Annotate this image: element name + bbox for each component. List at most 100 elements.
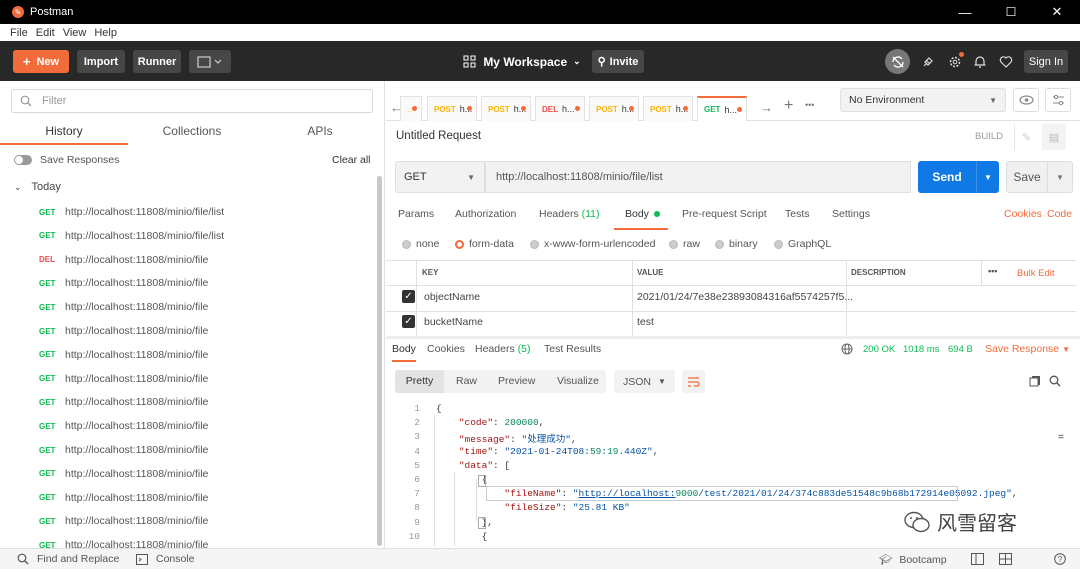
body-type-raw[interactable]: raw (669, 238, 700, 250)
history-item[interactable]: GET http://localhost:11808/minio/file (0, 390, 380, 414)
row-checkbox[interactable]: ✓ (402, 315, 415, 328)
tab-headers[interactable]: Headers (11) (539, 208, 600, 230)
code-link[interactable]: Code (1047, 208, 1072, 230)
request-tab[interactable]: POST h... (643, 96, 693, 121)
invite-button[interactable]: ⚲ Invite (592, 50, 644, 73)
console-button[interactable]: Console (136, 553, 195, 565)
history-item[interactable]: GET http://localhost:11808/minio/file/lis… (0, 200, 380, 224)
history-item[interactable]: GET http://localhost:11808/minio/file (0, 414, 380, 438)
build-mode-label[interactable]: BUILD (975, 131, 1003, 142)
maximize-button[interactable]: ☐ (988, 0, 1034, 24)
response-tab-cookies[interactable]: Cookies (427, 343, 465, 355)
bootcamp-button[interactable]: 🎓︎ Bootcamp (879, 553, 947, 567)
row-checkbox[interactable]: ✓ (402, 290, 415, 303)
response-time[interactable]: 1018 ms (903, 344, 939, 355)
find-replace-button[interactable]: Find and Replace (17, 553, 119, 565)
history-item[interactable]: GET http://localhost:11808/minio/file/lis… (0, 224, 380, 248)
response-tab-test-results[interactable]: Test Results (544, 343, 601, 355)
history-item[interactable]: GET http://localhost:11808/minio/file (0, 509, 380, 533)
arrow-right-icon[interactable]: → (760, 100, 773, 115)
tab-tests[interactable]: Tests (785, 208, 810, 230)
request-tab[interactable]: POST h... (481, 96, 531, 121)
copy-icon[interactable] (1029, 375, 1041, 387)
sidebar-scrollbar[interactable] (377, 176, 382, 546)
menu-help[interactable]: Help (94, 27, 117, 39)
tab-options-icon[interactable]: ••• (805, 100, 814, 110)
request-tab[interactable]: DEL h... (535, 96, 585, 121)
tab-authorization[interactable]: Authorization (455, 208, 516, 230)
tab-history[interactable]: History (0, 121, 128, 145)
runner-button[interactable]: Runner (133, 50, 181, 73)
wrap-lines-button[interactable] (682, 370, 705, 393)
add-tab-icon[interactable]: + (784, 97, 793, 115)
menu-view[interactable]: View (63, 27, 87, 39)
environment-quick-look-button[interactable] (1013, 88, 1039, 112)
sign-in-button[interactable]: Sign In (1024, 50, 1068, 73)
search-icon[interactable] (1049, 375, 1061, 387)
view-pretty[interactable]: Pretty (395, 370, 444, 393)
history-item[interactable]: GET http://localhost:11808/minio/file (0, 319, 380, 343)
response-status[interactable]: 200 OK (863, 344, 895, 355)
body-type-none[interactable]: none (402, 238, 439, 250)
workspace-switcher[interactable]: My Workspace ⌄ (462, 50, 582, 73)
history-item[interactable]: GET http://localhost:11808/minio/file (0, 438, 380, 462)
more-options-icon[interactable]: ••• (988, 266, 997, 276)
view-visualize[interactable]: Visualize (557, 370, 599, 393)
view-raw[interactable]: Raw (456, 370, 477, 393)
tab-collections[interactable]: Collections (128, 121, 256, 145)
history-item[interactable]: DEL http://localhost:11808/minio/file (0, 248, 380, 272)
history-item[interactable]: GET http://localhost:11808/minio/file (0, 486, 380, 510)
tab-settings[interactable]: Settings (832, 208, 870, 230)
history-item[interactable]: GET http://localhost:11808/minio/file (0, 367, 380, 391)
clear-all-button[interactable]: Clear all (332, 154, 371, 166)
body-type-form-data[interactable]: form-data (455, 238, 514, 250)
sync-icon[interactable] (885, 49, 910, 74)
settings-gear-icon[interactable] (945, 50, 965, 73)
row-value[interactable]: 2021/01/24/7e38e23893084316af5574257f5..… (637, 291, 853, 303)
tab-apis[interactable]: APIs (256, 121, 384, 145)
send-button[interactable]: Send ▼ (918, 161, 999, 193)
history-item[interactable]: GET http://localhost:11808/minio/file (0, 462, 380, 486)
minimize-button[interactable]: — (942, 0, 988, 24)
filter-input[interactable]: Filter (11, 89, 373, 113)
request-tab-partial[interactable]: .. (400, 96, 422, 121)
format-select[interactable]: JSON ▼ (614, 370, 675, 393)
satellite-icon[interactable] (918, 50, 938, 73)
body-type-graphql[interactable]: GraphQL (774, 238, 831, 250)
scroll-position-icon[interactable]: = (1058, 432, 1064, 443)
request-tab[interactable]: POST h... (589, 96, 639, 121)
history-group-today[interactable]: ⌄ Today (14, 181, 61, 193)
menu-edit[interactable]: Edit (36, 27, 55, 39)
body-type-urlencoded[interactable]: x-www-form-urlencoded (530, 238, 655, 250)
request-title[interactable]: Untitled Request (396, 130, 481, 142)
notification-bell-icon[interactable] (970, 50, 990, 73)
row-value[interactable]: test (637, 316, 654, 328)
response-tab-body[interactable]: Body (392, 343, 416, 362)
response-divider[interactable] (386, 336, 1080, 339)
environment-select[interactable]: No Environment ▼ (840, 88, 1006, 112)
two-pane-view-icon[interactable] (971, 553, 984, 565)
history-item[interactable]: GET http://localhost:11808/minio/file (0, 295, 380, 319)
method-select[interactable]: GET ▼ (395, 161, 485, 193)
history-item[interactable]: GET http://localhost:11808/minio/file (0, 343, 380, 367)
layout-icon[interactable] (999, 553, 1012, 565)
save-options-icon[interactable]: ▼ (1048, 173, 1072, 182)
request-tab[interactable]: POST h... (427, 96, 477, 121)
url-input[interactable]: http://localhost:11808/minio/file/list (485, 161, 911, 193)
manage-environments-button[interactable] (1045, 88, 1071, 112)
documentation-icon[interactable]: ▤ (1042, 124, 1066, 150)
tab-pre-request-script[interactable]: Pre-request Script (682, 208, 767, 230)
close-button[interactable]: ✕ (1034, 0, 1080, 24)
import-button[interactable]: Import (77, 50, 125, 73)
body-type-binary[interactable]: binary (715, 238, 758, 250)
request-tab[interactable]: GET h... (697, 96, 747, 121)
view-preview[interactable]: Preview (498, 370, 535, 393)
row-key[interactable]: bucketName (424, 316, 483, 328)
bulk-edit-link[interactable]: Bulk Edit (1017, 268, 1055, 279)
heart-icon[interactable] (996, 50, 1016, 73)
row-key[interactable]: objectName (424, 291, 480, 303)
tab-params[interactable]: Params (398, 208, 434, 230)
help-icon[interactable]: ? (1054, 553, 1066, 565)
menu-file[interactable]: File (10, 27, 28, 39)
tab-body[interactable]: Body (614, 208, 668, 230)
